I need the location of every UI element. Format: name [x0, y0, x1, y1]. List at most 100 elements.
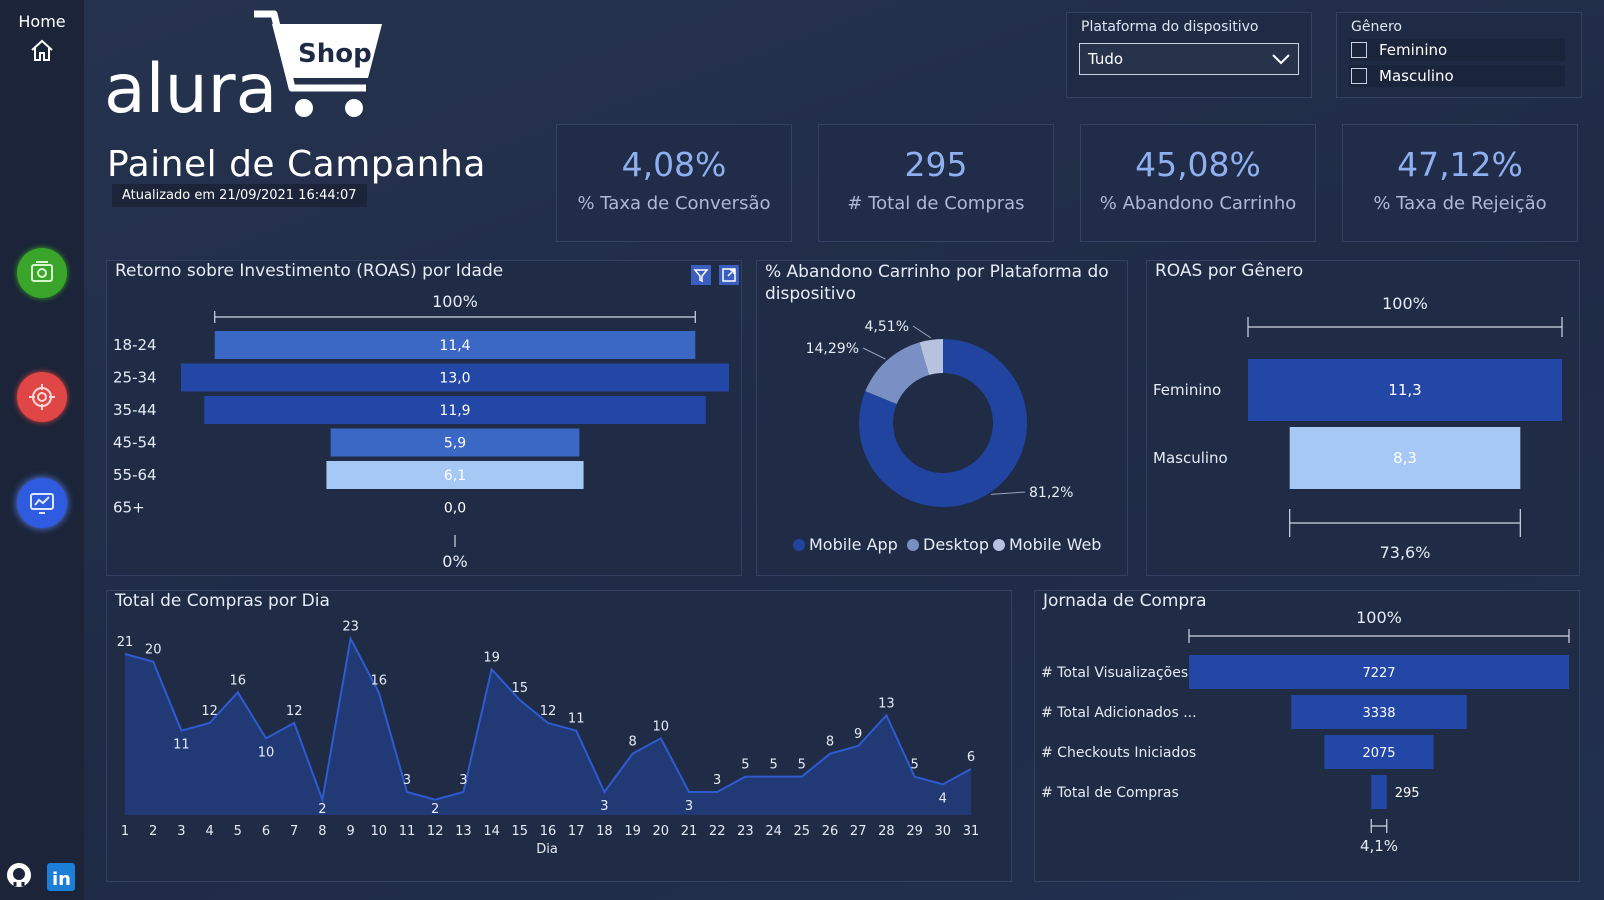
range-bracket — [214, 311, 696, 323]
logo-shop: Shop — [298, 39, 372, 69]
github-icon[interactable] — [6, 862, 32, 892]
leader-line — [862, 347, 886, 360]
data-label: 11 — [173, 738, 190, 753]
data-label: 4,51% — [865, 319, 909, 335]
bottom-percent-label: 4,1% — [1360, 837, 1398, 855]
x-tick-label: 25 — [794, 824, 811, 839]
x-tick-label: 27 — [850, 824, 867, 839]
x-tick-label: 15 — [512, 824, 529, 839]
x-tick-label: 3 — [177, 824, 185, 839]
x-tick-label: 13 — [455, 824, 472, 839]
category-label: # Total de Compras — [1041, 785, 1179, 801]
data-label: 5 — [769, 758, 777, 773]
target-icon[interactable] — [17, 372, 67, 422]
data-label: 12 — [540, 704, 557, 719]
x-tick-label: 30 — [935, 824, 952, 839]
data-label: 8 — [628, 735, 636, 750]
data-label: 12 — [201, 704, 218, 719]
linkedin-icon[interactable]: in — [46, 862, 76, 896]
x-tick-label: 17 — [568, 824, 585, 839]
data-label: 10 — [653, 719, 670, 734]
donut-slice — [865, 342, 930, 405]
bar — [1371, 775, 1387, 809]
purchases-per-day-chart: 2112021131241651061272823916103112123131… — [117, 620, 980, 857]
data-label: 10 — [258, 745, 275, 760]
data-label: 11,3 — [1388, 381, 1421, 399]
roas-age-chart: 100% 18-24 11,4 25-34 13,0 35-44 11,9 45-54 5,9 5… — [113, 292, 729, 571]
bottom-percent-label: 73,6% — [1380, 543, 1431, 562]
category-label: Masculino — [1153, 449, 1228, 467]
data-label: 5 — [910, 758, 918, 773]
purchase-journey-panel: Jornada de Compra 100% # Total Visualizaç… — [1034, 590, 1580, 882]
data-label: 13,0 — [439, 371, 470, 387]
data-label: 19 — [483, 650, 500, 665]
page-title: Painel de Campanha — [107, 144, 486, 185]
x-tick-label: 23 — [737, 824, 754, 839]
data-label: 6 — [967, 750, 975, 765]
home-icon[interactable] — [29, 38, 55, 66]
data-label: 23 — [342, 620, 359, 635]
legend-swatch — [907, 539, 919, 551]
x-tick-label: 14 — [483, 824, 500, 839]
x-tick-label: 9 — [346, 824, 354, 839]
legend-label: Mobile Web — [1009, 535, 1101, 554]
x-tick-label: 12 — [427, 824, 444, 839]
gender-option-masculino[interactable]: Masculino — [1349, 65, 1565, 87]
x-tick-label: 28 — [878, 824, 895, 839]
data-label: 3 — [459, 773, 467, 788]
kpi-card-cart-abandon: 45,08% % Abandono Carrinho — [1080, 124, 1316, 242]
top-percent-label: 100% — [432, 292, 478, 311]
range-bracket — [1370, 819, 1388, 833]
data-label: 5,9 — [444, 436, 466, 452]
x-tick-label: 31 — [963, 824, 980, 839]
data-label: 3 — [685, 799, 693, 814]
area-fill — [125, 638, 971, 815]
data-label: 7227 — [1362, 666, 1395, 681]
roas-age-panel: Retorno sobre Investimento (ROAS) por Id… — [106, 260, 742, 576]
legend-label: Mobile App — [809, 535, 898, 554]
x-tick-label: 10 — [371, 824, 388, 839]
data-label: 2 — [431, 802, 439, 817]
x-tick-label: 11 — [399, 824, 416, 839]
data-label: 5 — [741, 758, 749, 773]
data-label: 15 — [512, 681, 529, 696]
kpi-value: 4,08% — [621, 145, 727, 184]
x-tick-label: 1 — [121, 824, 129, 839]
purchases-per-day-panel: Total de Compras por Dia 21 1 20 2 11 3 12 4 16 5… — [106, 590, 1012, 882]
x-tick-label: 6 — [262, 824, 270, 839]
data-label: 20 — [145, 643, 162, 658]
leader-line — [912, 325, 932, 339]
top-percent-label: 100% — [1356, 608, 1402, 627]
legend-swatch — [793, 539, 805, 551]
chevron-down-icon — [1272, 54, 1290, 65]
kpi-label: # Total de Compras — [847, 193, 1025, 214]
kpi-label: % Abandono Carrinho — [1099, 193, 1297, 214]
x-axis-title: Dia — [536, 842, 558, 857]
platform-dropdown-value: Tudo — [1088, 50, 1124, 68]
data-label: 16 — [230, 673, 247, 688]
home-label[interactable]: Home — [0, 12, 84, 31]
x-tick-label: 5 — [234, 824, 242, 839]
cart-abandon-donut-chart: 81,2% 14,29% 4,51% Mobile App Desktop Mobile … — [793, 319, 1101, 554]
x-tick-label: 22 — [709, 824, 726, 839]
data-label: 2075 — [1362, 746, 1395, 761]
kpi-card-conversion: 4,08% % Taxa de Conversão — [556, 124, 792, 242]
roas-gender-panel: ROAS por Gênero 100% Feminino 11,3 Masculin… — [1146, 260, 1580, 576]
category-label: 35-44 — [113, 401, 157, 419]
data-label: 11 — [568, 712, 585, 727]
gender-slicer-title: Gênero — [1351, 19, 1402, 35]
gender-option-feminino[interactable]: Feminino — [1349, 39, 1565, 61]
range-bracket — [1188, 629, 1570, 643]
dashboard-icon[interactable] — [17, 478, 67, 528]
campaign-icon[interactable] — [17, 248, 67, 298]
checkbox[interactable] — [1351, 42, 1367, 58]
x-tick-label: 2 — [149, 824, 157, 839]
data-label: 16 — [371, 673, 388, 688]
checkbox[interactable] — [1351, 68, 1367, 84]
gender-option-label: Feminino — [1379, 41, 1448, 59]
data-label: 81,2% — [1029, 485, 1073, 501]
platform-dropdown[interactable]: Tudo — [1079, 43, 1299, 75]
x-tick-label: 18 — [596, 824, 613, 839]
kpi-card-bounce: 47,12% % Taxa de Rejeição — [1342, 124, 1578, 242]
kpi-label: % Taxa de Conversão — [577, 193, 771, 214]
